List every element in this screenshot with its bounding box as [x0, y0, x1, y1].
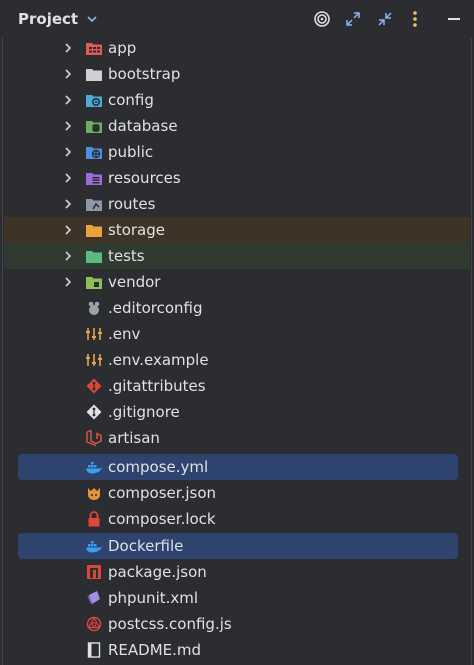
chevron-down-icon[interactable]	[86, 13, 98, 25]
tree-row-gitignore[interactable]: .gitignore	[0, 399, 474, 425]
tree-row-env[interactable]: .env	[0, 321, 474, 347]
tree-row-app[interactable]: app	[0, 35, 474, 61]
tree-row-label: storage	[108, 221, 165, 239]
phpunit-icon	[87, 591, 100, 605]
tree-row-routes[interactable]: routes	[0, 191, 474, 217]
routes-folder-icon	[86, 199, 102, 211]
tree-row-label: bootstrap	[108, 65, 181, 83]
project-view-title[interactable]: Project	[18, 10, 78, 28]
chevron-right-icon[interactable]	[62, 120, 74, 132]
chevron-right-icon[interactable]	[62, 94, 74, 106]
tree-row-postcss-config-js[interactable]: postcss.config.js	[0, 611, 474, 637]
tree-row-resources[interactable]: resources	[0, 165, 474, 191]
npm-icon	[87, 565, 101, 579]
lock-icon	[88, 511, 100, 527]
resources-folder-icon	[86, 173, 102, 185]
tree-row-label: app	[108, 39, 137, 57]
env-settings-icon	[86, 354, 102, 366]
docker-icon	[86, 541, 103, 553]
tree-row-label: config	[108, 91, 154, 109]
tree-row-vendor[interactable]: vendor	[0, 269, 474, 295]
library-folder-icon	[86, 277, 102, 289]
tree-row-gitattributes[interactable]: .gitattributes	[0, 373, 474, 399]
tree-row-public[interactable]: public	[0, 139, 474, 165]
chevron-right-icon[interactable]	[62, 146, 74, 158]
tree-row-label: resources	[108, 169, 181, 187]
tree-row-label: composer.json	[108, 484, 217, 502]
laravel-icon	[86, 430, 102, 446]
chevron-right-icon[interactable]	[62, 68, 74, 80]
collapse-all-icon[interactable]	[375, 9, 395, 29]
project-tool-window-header: Project	[0, 0, 474, 38]
tree-row-label: .env.example	[108, 351, 209, 369]
tree-row-storage[interactable]: storage	[4, 217, 470, 243]
chevron-right-icon[interactable]	[62, 250, 74, 262]
chevron-right-icon[interactable]	[62, 42, 74, 54]
tree-row-env-example[interactable]: .env.example	[0, 347, 474, 373]
tree-row-editorconfig[interactable]: .editorconfig	[0, 295, 474, 321]
tree-row-tests[interactable]: tests	[4, 243, 470, 269]
tree-row-artisan[interactable]: artisan	[0, 425, 474, 451]
tree-row-phpunit-xml[interactable]: phpunit.xml	[0, 585, 474, 611]
tree-row-label: package.json	[108, 563, 207, 581]
tree-row-label: vendor	[108, 273, 161, 291]
options-menu-icon[interactable]	[405, 9, 425, 29]
tree-row-composer-json[interactable]: composer.json	[0, 480, 474, 506]
tree-row-label: Dockerfile	[108, 537, 184, 555]
database-folder-icon	[86, 121, 102, 133]
web-folder-icon	[86, 147, 102, 159]
tree-row-label: artisan	[108, 429, 160, 447]
test-folder-icon	[86, 251, 102, 263]
chevron-right-icon[interactable]	[62, 172, 74, 184]
tree-row-label: README.md	[108, 641, 202, 659]
tree-row-label: public	[108, 143, 154, 161]
tree-row-label: .gitattributes	[108, 377, 206, 395]
tree-row-label: routes	[108, 195, 156, 213]
tree-row-label: .editorconfig	[108, 299, 203, 317]
chevron-right-icon[interactable]	[62, 198, 74, 210]
tree-row-dockerfile[interactable]: Dockerfile	[18, 533, 458, 559]
chevron-right-icon[interactable]	[62, 276, 74, 288]
config-folder-icon	[86, 95, 102, 107]
env-settings-icon	[86, 328, 102, 340]
chevron-right-icon[interactable]	[62, 224, 74, 236]
tree-row-composer-lock[interactable]: composer.lock	[0, 506, 474, 532]
markdown-file-icon	[87, 642, 101, 658]
folder-icon	[86, 69, 102, 81]
tree-row-config[interactable]: config	[0, 87, 474, 113]
tree-row-readme-md[interactable]: README.md	[0, 637, 474, 663]
tree-row-database[interactable]: database	[0, 113, 474, 139]
tree-row-label: .env	[108, 325, 141, 343]
postcss-icon	[86, 616, 102, 632]
tree-row-bootstrap[interactable]: bootstrap	[0, 61, 474, 87]
tree-row-label: tests	[108, 247, 145, 265]
composer-icon	[88, 488, 100, 500]
tree-row-label: phpunit.xml	[108, 589, 199, 607]
tree-row-label: database	[108, 117, 178, 135]
tree-row-label: .gitignore	[108, 403, 180, 421]
tree-row-compose-yml[interactable]: compose.yml	[18, 454, 458, 480]
tree-row-label: composer.lock	[108, 510, 216, 528]
git-icon	[86, 378, 102, 394]
tree-row-label: compose.yml	[108, 458, 209, 476]
expand-all-icon[interactable]	[343, 9, 363, 29]
tree-row-label: postcss.config.js	[108, 615, 232, 633]
hide-icon[interactable]	[444, 9, 464, 29]
docker-icon	[86, 462, 103, 474]
gitignore-icon	[86, 404, 102, 420]
folder-icon	[86, 225, 102, 237]
tree-row-package-json[interactable]: package.json	[0, 559, 474, 585]
folder-icon	[86, 43, 102, 55]
editorconfig-mouse-icon	[88, 301, 100, 315]
locate-file-icon[interactable]	[312, 9, 332, 29]
